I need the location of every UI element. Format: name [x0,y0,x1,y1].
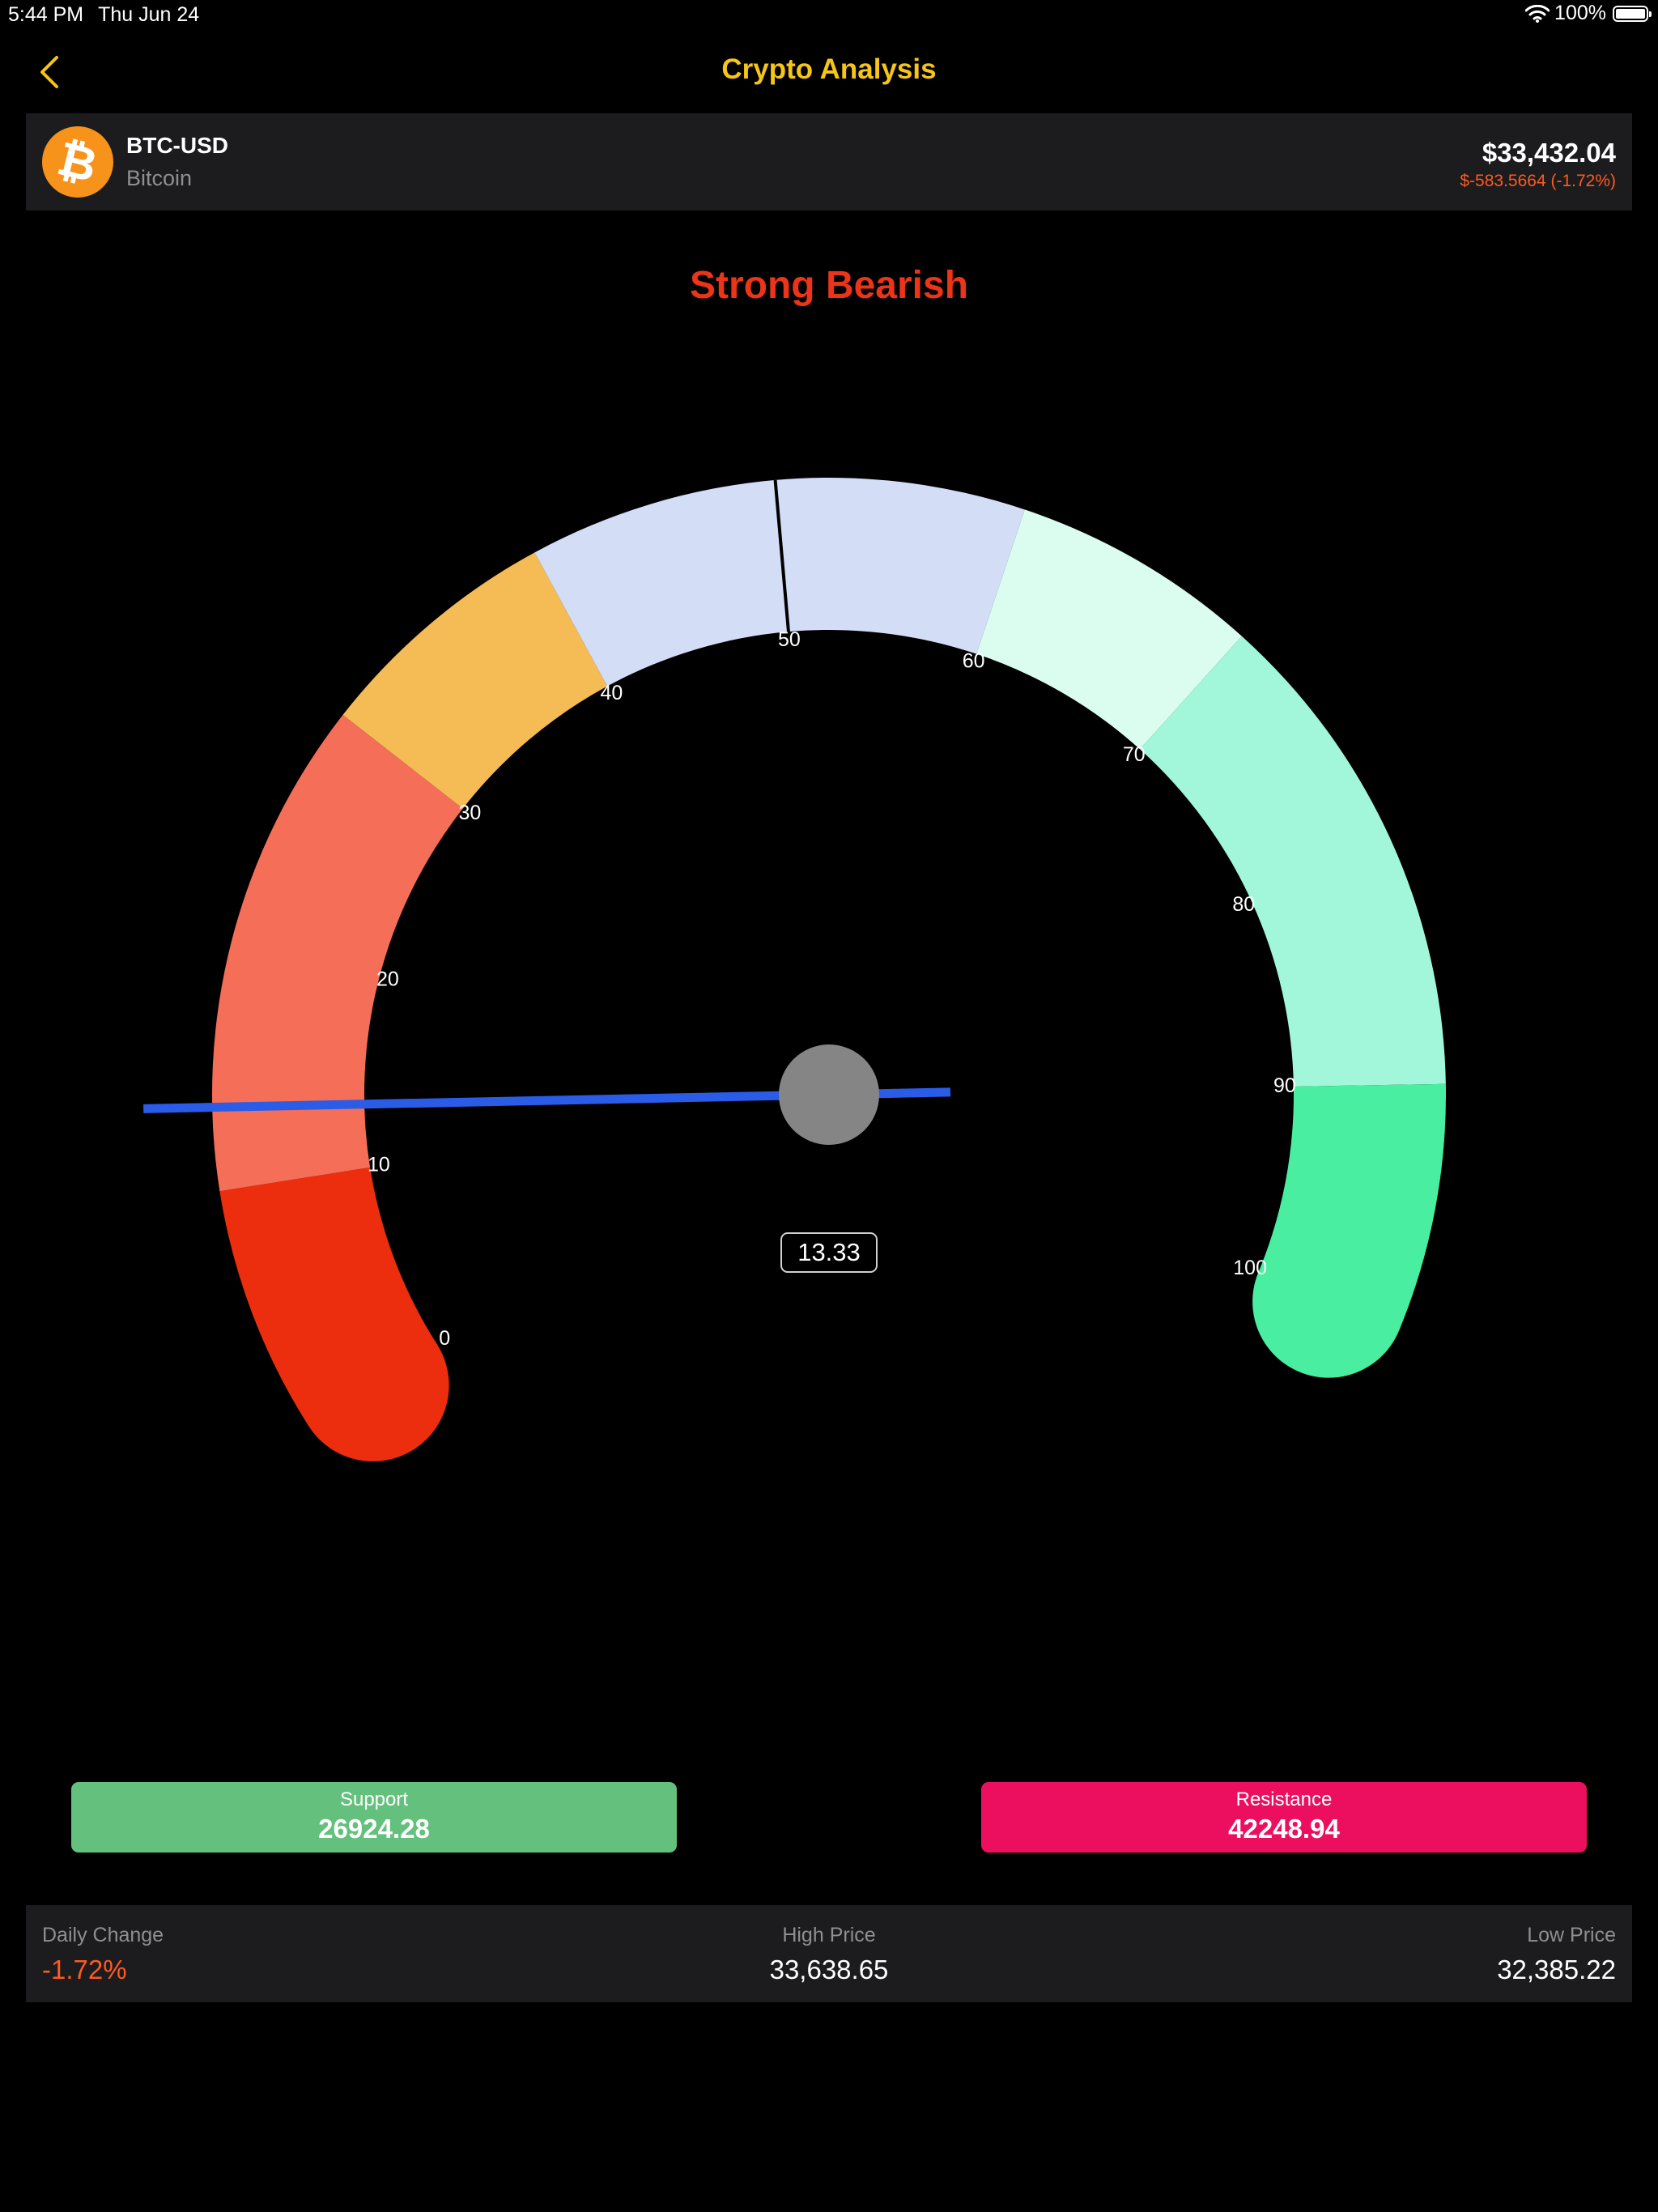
gauge-band-3 [534,477,1025,687]
gauge-tick-label-80: 80 [1232,893,1255,916]
wifi-icon [1525,4,1550,23]
gauge-hub [779,1044,879,1145]
low-price-value: 32,385.22 [1497,1955,1616,1984]
bitcoin-logo-icon: ₿ [42,126,113,198]
gauge-tick-label-100: 100 [1233,1257,1267,1279]
status-date: Thu Jun 24 [98,3,200,26]
page-title: Crypto Analysis [721,53,937,85]
gauge-tick-label-10: 10 [368,1154,390,1176]
status-time: 5:44 PM [8,3,84,26]
gauge-tick-label-20: 20 [376,968,399,991]
asset-price: $33,432.04 [1482,138,1616,168]
bitcoin-glyph: ₿ [52,130,104,194]
gauge-tick-label-50: 50 [778,628,801,651]
gauge-band-1 [212,714,463,1192]
resistance-value: 42248.94 [1228,1814,1340,1844]
gauge-tick-label-40: 40 [600,682,623,704]
support-level: Support 26924.28 [71,1782,677,1853]
sentiment-label: Strong Bearish [689,264,969,307]
asset-price-change: $-583.5664 (-1.72%) [1460,172,1616,190]
price-stats-card [26,1905,1632,2002]
high-price-value: 33,638.65 [769,1955,889,1984]
gauge-band-5 [1140,636,1446,1087]
support-label: Support [339,1789,409,1811]
support-value: 26924.28 [318,1814,430,1844]
gauge-tick-label-90: 90 [1273,1074,1296,1097]
gauge-value-badge: 13.33 [780,1232,878,1273]
status-bar-time-date: 5:44 PM Thu Jun 24 [8,3,199,27]
gauge-tick-label-60: 60 [963,650,985,673]
status-bar-right: 100% [1525,2,1652,25]
sentiment-gauge: 0 10 20 30 40 50 60 70 80 90 100 [143,477,1446,1461]
resistance-label: Resistance [1235,1789,1333,1811]
asset-card [26,113,1632,211]
gauge-tick-label-70: 70 [1123,743,1146,766]
low-price-label: Low Price [1527,1924,1616,1946]
gauge-tick-label-30: 30 [458,802,481,824]
high-price-label: High Price [782,1924,876,1946]
asset-name: Bitcoin [126,166,193,190]
battery-icon [1613,5,1652,22]
gauge-tick-label-0: 0 [439,1327,450,1350]
battery-percent: 100% [1554,2,1606,24]
asset-symbol: BTC-USD [126,133,228,158]
resistance-level: Resistance 42248.94 [981,1782,1587,1853]
